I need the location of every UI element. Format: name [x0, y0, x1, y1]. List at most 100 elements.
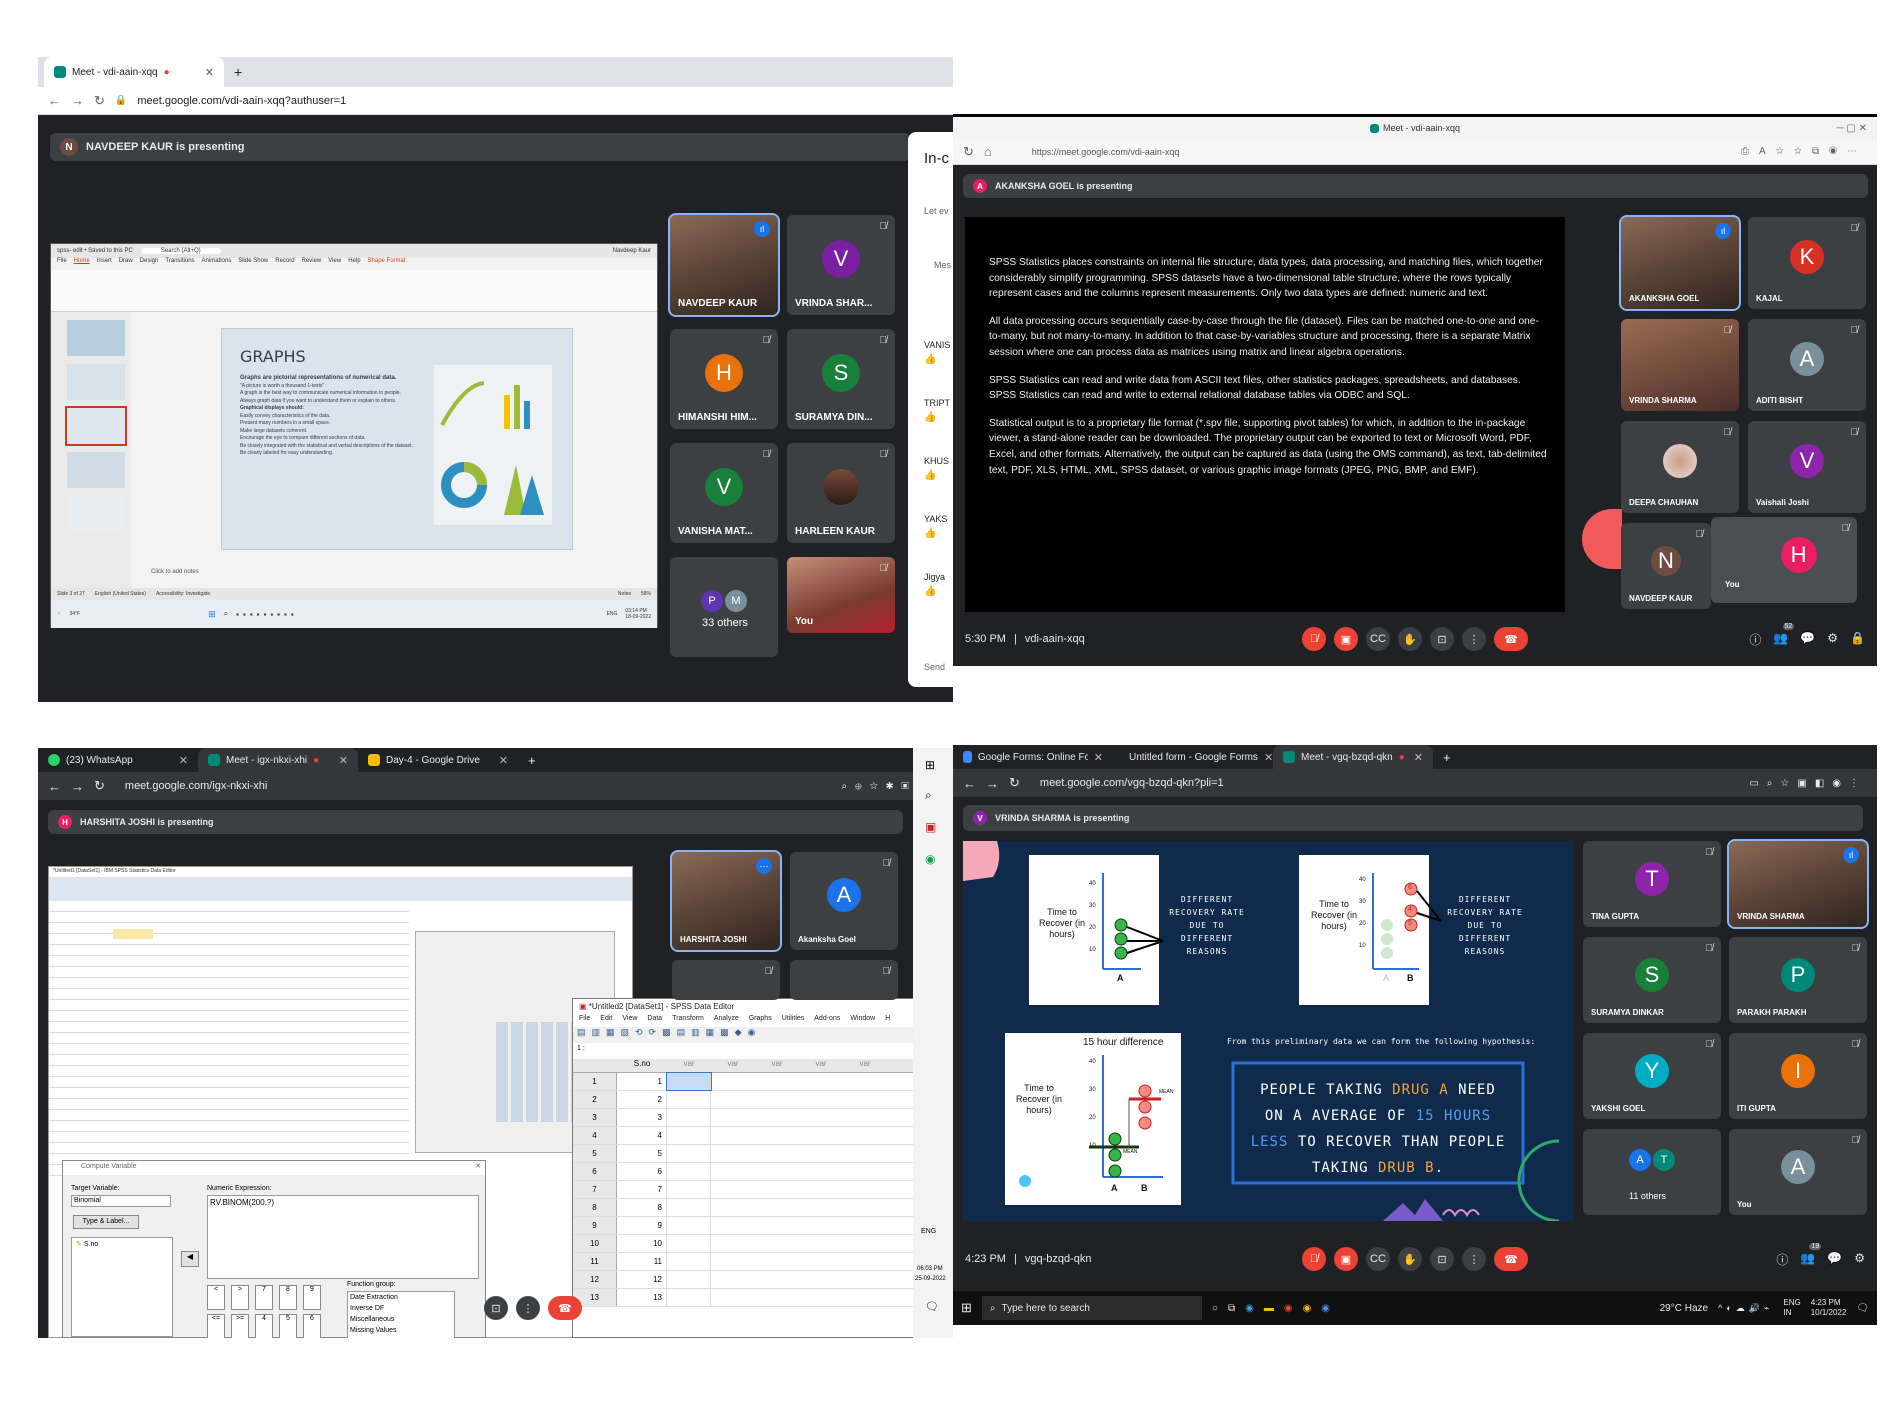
table-cell[interactable] — [667, 1289, 711, 1306]
menu-item[interactable]: File — [579, 1015, 590, 1027]
thumbnail-selected[interactable] — [65, 406, 127, 446]
function-group-list[interactable]: Date Extraction Inverse DF Miscellaneous… — [347, 1291, 455, 1338]
column-header[interactable]: var — [799, 1059, 843, 1072]
reload-icon[interactable]: ↻ — [94, 93, 105, 109]
column-header[interactable]: S.no — [617, 1059, 667, 1072]
table-cell[interactable] — [667, 1199, 711, 1216]
end-call-icon[interactable]: ☎ — [1494, 1247, 1528, 1271]
row-number[interactable]: 10 — [573, 1235, 617, 1252]
close-tab-icon[interactable]: ✕ — [179, 754, 188, 767]
row-number[interactable]: 1 — [573, 1073, 617, 1090]
keypad-key[interactable]: 4 — [255, 1314, 273, 1338]
notification-icon[interactable]: 🗨 — [925, 1300, 939, 1313]
more-options-icon[interactable]: ⋮ — [516, 1296, 540, 1320]
variable-list[interactable]: ✎ S.no — [71, 1237, 173, 1337]
participant-tile[interactable]: 🎙̸ Y YAKSHI GOEL — [1583, 1033, 1721, 1119]
target-input[interactable]: Binomial — [71, 1195, 171, 1207]
participant-tile[interactable]: ⋯ HARSHITA JOSHI — [670, 850, 782, 952]
participant-tile[interactable]: ıl NAVDEEP KAUR — [668, 213, 780, 317]
back-icon[interactable]: ← — [48, 779, 61, 794]
participant-tile[interactable]: ıl AKANKSHA GOEL — [1619, 215, 1741, 311]
search-icon[interactable]: ⌕ — [925, 788, 932, 803]
present-icon[interactable]: ⊡ — [1430, 1247, 1454, 1271]
ribbon-tab[interactable]: Home — [74, 258, 90, 270]
table-cell[interactable]: 6 — [617, 1163, 667, 1180]
column-header[interactable]: var — [755, 1059, 799, 1072]
tab-whatsapp[interactable]: (23) WhatsApp ✕ — [38, 748, 198, 772]
folder-icon[interactable]: ▬ — [1264, 1303, 1274, 1314]
back-icon[interactable]: ← — [963, 776, 976, 791]
participant-tile[interactable]: 🎙̸ V Vaishali Joshi — [1748, 421, 1866, 513]
participant-tile[interactable]: 🎙̸ VRINDA SHARMA — [1621, 319, 1739, 411]
ribbon-tab[interactable]: Draw — [119, 258, 133, 270]
expression-input[interactable]: RV.BINOM(200,?) — [207, 1195, 479, 1279]
chat-icon[interactable]: 💬 — [1827, 1251, 1842, 1268]
chrome-icon[interactable]: ◉ — [1284, 1303, 1293, 1314]
keypad-key[interactable]: < — [207, 1285, 225, 1310]
close-tab-icon[interactable]: ✕ — [205, 66, 214, 79]
keypad-key[interactable]: 8 — [279, 1285, 297, 1310]
keypad-key[interactable]: 5 — [279, 1314, 297, 1338]
function-item[interactable]: Inverse DF — [350, 1303, 452, 1314]
ribbon-tab[interactable]: Record — [275, 258, 294, 270]
close-tab-icon[interactable]: ✕ — [1264, 751, 1273, 764]
menu-item[interactable]: H — [885, 1015, 890, 1027]
thumbnail[interactable] — [67, 496, 125, 532]
table-cell[interactable] — [667, 1181, 711, 1198]
table-cell[interactable] — [667, 1163, 711, 1180]
raise-hand-icon[interactable]: ✋ — [1398, 627, 1422, 651]
participant-tile[interactable]: 🎙̸ N NAVDEEP KAUR — [1621, 523, 1711, 609]
ribbon-tab[interactable]: Transitions — [165, 258, 194, 270]
participant-tile[interactable]: 🎙̸ A Akanksha Goel — [790, 852, 898, 950]
tab-drive[interactable]: Day-4 - Google Drive ✕ — [358, 748, 518, 772]
end-call-icon[interactable]: ☎ — [548, 1296, 582, 1320]
info-icon[interactable]: ⓘ — [1776, 1251, 1788, 1268]
table-cell[interactable]: 3 — [617, 1109, 667, 1126]
tray-icons[interactable]: ^◐☁🔊⌁ — [1718, 1303, 1773, 1314]
keypad-key[interactable]: 7 — [255, 1285, 273, 1310]
tab-meet[interactable]: Meet - igx-nkxi-xhi ● ✕ — [198, 748, 358, 772]
row-number[interactable]: 2 — [573, 1091, 617, 1108]
menu-item[interactable]: View — [622, 1015, 637, 1027]
function-item[interactable]: Missing Values — [350, 1325, 452, 1336]
url-field[interactable]: meet.google.com/igx-nkxi-xhi — [115, 776, 832, 796]
app-icon[interactable]: ▣ — [925, 820, 936, 834]
close-tab-icon[interactable]: ✕ — [1414, 751, 1423, 764]
participant-tile[interactable]: 🎙̸ S SURAMYA DINKAR — [1583, 937, 1721, 1023]
ribbon-tab[interactable]: Review — [302, 258, 322, 270]
back-icon[interactable]: ← — [48, 93, 61, 108]
close-tab-icon[interactable]: ✕ — [339, 754, 348, 767]
ribbon-tab[interactable]: Animations — [202, 258, 232, 270]
windows-icon[interactable]: ⊞ — [925, 758, 935, 772]
menu-item[interactable]: Analyze — [714, 1015, 739, 1027]
url-field[interactable]: meet.google.com/vgq-bzqd-qkn?pli=1 — [1030, 773, 1739, 793]
notes-placeholder[interactable]: Click to add notes — [151, 569, 199, 575]
keypad-key[interactable]: > — [231, 1285, 249, 1310]
type-label-button[interactable]: Type & Label... — [73, 1215, 139, 1229]
captions-icon[interactable]: CC — [1366, 1247, 1390, 1271]
row-number[interactable]: 3 — [573, 1109, 617, 1126]
task-view-icon[interactable]: ⧉ — [1228, 1303, 1235, 1314]
ribbon-tab[interactable]: Insert — [97, 258, 112, 270]
self-tile[interactable]: 🎙̸ H You — [1711, 517, 1857, 603]
function-item[interactable]: Miscellaneous — [350, 1314, 452, 1325]
forward-icon[interactable]: → — [986, 776, 999, 791]
others-tile[interactable]: P M 33 others — [670, 557, 778, 657]
taskbar-apps-icon[interactable]: ▪▪▪▪▪▪▪▪▪ — [236, 610, 298, 619]
chrome-icon[interactable]: ◉ — [1303, 1303, 1312, 1314]
url-field[interactable]: https://meet.google.com/vdi-aain-xqq — [1022, 142, 1731, 162]
table-cell[interactable] — [667, 1145, 711, 1162]
tab-forms[interactable]: Google Forms: Online Form Crea ✕ — [953, 745, 1113, 769]
camera-off-icon[interactable]: ▣ — [1334, 1247, 1358, 1271]
forward-icon[interactable]: → — [71, 779, 84, 794]
ribbon-tab[interactable]: Slide Show — [238, 258, 268, 270]
keypad-key[interactable]: 6 — [303, 1314, 321, 1338]
participant-tile[interactable]: 🎙̸ I ITI GUPTA — [1729, 1033, 1867, 1119]
more-options-icon[interactable]: ⋮ — [1462, 1247, 1486, 1271]
present-icon[interactable]: ⊡ — [1430, 627, 1454, 651]
row-number[interactable]: 8 — [573, 1199, 617, 1216]
reload-icon[interactable]: ↻ — [94, 778, 105, 794]
table-cell[interactable]: 11 — [617, 1253, 667, 1270]
menu-item[interactable]: Utilities — [782, 1015, 805, 1027]
ribbon-tab[interactable]: File — [57, 258, 67, 270]
